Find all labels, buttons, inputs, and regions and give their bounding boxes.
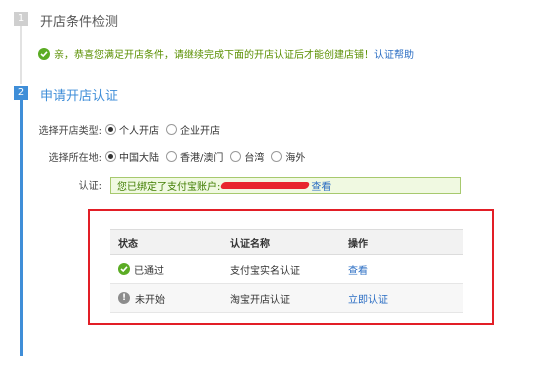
location-hkmo-radio[interactable] [166, 151, 177, 162]
verification-status-table: 状态 认证名称 操作 已通过 支付宝实名认证 查看 ! 未开始 淘宝开店认证 立… [110, 229, 463, 313]
location-overseas-radio[interactable] [271, 151, 283, 162]
alipay-bound-notice: 您已绑定了支付宝账户: 查看 [110, 177, 461, 194]
location-row: 选择所在地: 中国大陆 香港/澳门 台湾 海外 [22, 149, 309, 164]
alipay-verification-view-link[interactable]: 查看 [348, 266, 368, 277]
alipay-bound-text: 您已绑定了支付宝账户: [117, 182, 221, 193]
verification-help-link[interactable]: 认证帮助 [374, 46, 414, 61]
shop-type-label: 选择开店类型: [38, 126, 102, 137]
location-mainland-label[interactable]: 中国大陆 [119, 149, 159, 164]
step-1-badge: 1 [14, 12, 28, 26]
row-status: 已通过 [134, 265, 164, 277]
table-row: 已通过 支付宝实名认证 查看 [110, 254, 463, 284]
location-label: 选择所在地: [48, 153, 102, 164]
header-status: 状态 [110, 229, 230, 255]
step-1-title: 开店条件检测 [40, 15, 119, 30]
row-name: 支付宝实名认证 [230, 254, 348, 284]
location-overseas-label[interactable]: 海外 [285, 149, 305, 164]
info-circle-icon: ! [118, 292, 130, 304]
verification-label: 认证: [78, 181, 102, 192]
row-name: 淘宝开店认证 [230, 283, 348, 313]
location-taiwan-label[interactable]: 台湾 [244, 149, 264, 164]
verification-row-label-wrap: 认证: [22, 177, 102, 192]
shop-type-personal-radio[interactable] [105, 124, 116, 135]
table-row: ! 未开始 淘宝开店认证 立即认证 [110, 283, 463, 313]
condition-ok-text: 亲，恭喜您满足开店条件，请继续完成下面的开店认证后才能创建店铺！ [54, 50, 374, 61]
location-hkmo-label[interactable]: 香港/澳门 [180, 149, 223, 164]
start-taobao-verification-link[interactable]: 立即认证 [348, 295, 388, 306]
step-rail-active [20, 100, 23, 356]
location-taiwan-radio[interactable] [230, 151, 242, 162]
shop-type-row: 选择开店类型: 个人开店 企业开店 [22, 122, 224, 137]
check-circle-icon [38, 47, 50, 60]
condition-ok-message: 亲，恭喜您满足开店条件，请继续完成下面的开店认证后才能创建店铺！ 认证帮助 [38, 46, 414, 61]
redacted-account [220, 182, 311, 189]
alipay-view-link[interactable]: 查看 [311, 178, 331, 193]
shop-type-personal-label[interactable]: 个人开店 [119, 122, 159, 137]
table-header-row: 状态 认证名称 操作 [110, 229, 463, 255]
step-rail-inactive [20, 26, 22, 84]
shop-type-enterprise-label[interactable]: 企业开店 [180, 122, 220, 137]
row-status: 未开始 [135, 294, 165, 306]
header-name: 认证名称 [230, 229, 348, 255]
shop-type-enterprise-radio[interactable] [166, 124, 177, 135]
check-circle-icon [118, 263, 130, 275]
step-2-title: 申请开店认证 [40, 89, 119, 104]
location-mainland-radio[interactable] [105, 151, 116, 162]
header-action: 操作 [348, 229, 463, 255]
step-2-badge: 2 [14, 86, 28, 100]
